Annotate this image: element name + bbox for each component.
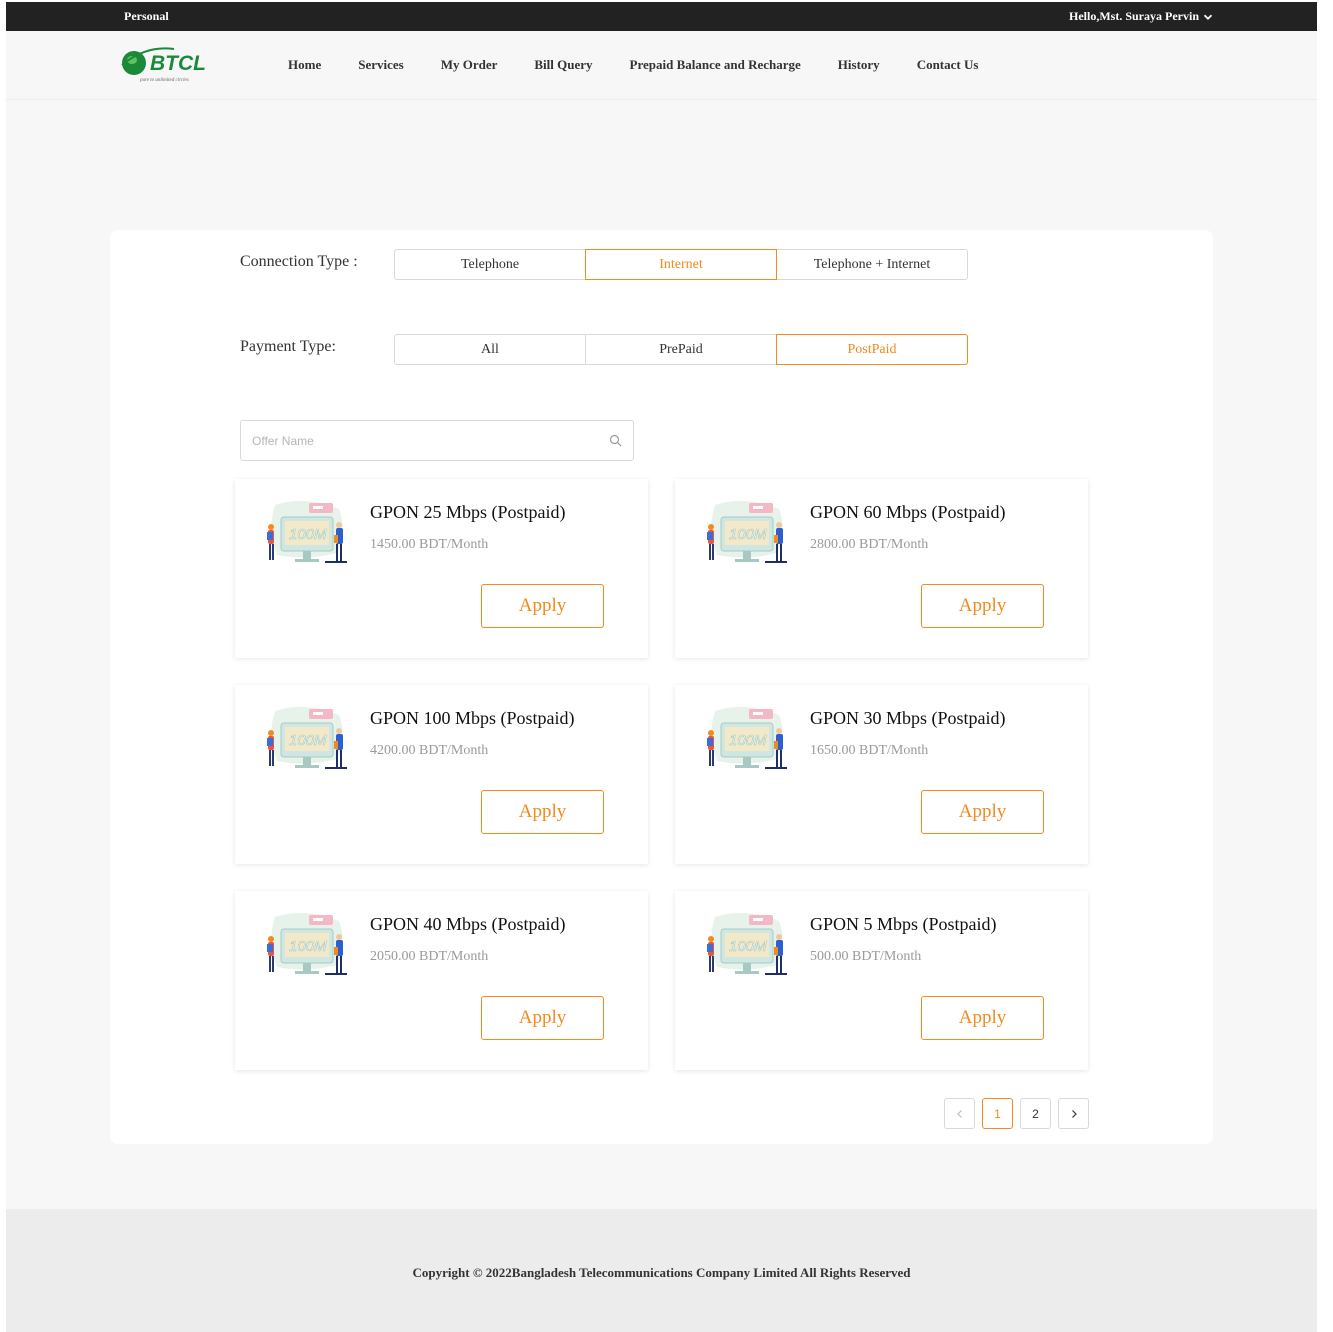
nav-bill-query[interactable]: Bill Query bbox=[534, 57, 592, 73]
apply-button[interactable]: Apply bbox=[481, 790, 604, 834]
internet-offer-illustration-icon bbox=[706, 706, 788, 770]
payment-type-selector: All PrePaid PostPaid bbox=[394, 334, 968, 365]
user-greeting: Hello,Mst. Suraya Pervin bbox=[1069, 9, 1199, 23]
internet-offer-illustration-icon bbox=[266, 912, 348, 976]
offer-card: GPON 100 Mbps (Postpaid) 4200.00 BDT/Mon… bbox=[235, 685, 648, 864]
offers-panel: Connection Type : Telephone Internet Tel… bbox=[110, 230, 1213, 1144]
apply-button[interactable]: Apply bbox=[921, 996, 1044, 1040]
payment-option-postpaid[interactable]: PostPaid bbox=[776, 334, 968, 365]
nav-prepaid-balance[interactable]: Prepaid Balance and Recharge bbox=[630, 57, 801, 73]
offer-card: GPON 30 Mbps (Postpaid) 1650.00 BDT/Mont… bbox=[675, 685, 1088, 864]
offer-name: GPON 30 Mbps (Postpaid) bbox=[810, 708, 1006, 728]
internet-offer-illustration-icon bbox=[706, 500, 788, 564]
offer-search bbox=[240, 420, 634, 461]
offer-card: GPON 60 Mbps (Postpaid) 2800.00 BDT/Mont… bbox=[675, 479, 1088, 658]
chevron-left-icon bbox=[956, 1109, 962, 1118]
offer-price: 1450.00 BDT/Month bbox=[370, 537, 489, 552]
nav-services[interactable]: Services bbox=[358, 57, 403, 73]
payment-option-prepaid[interactable]: PrePaid bbox=[585, 334, 777, 365]
page: Personal Hello,Mst. Suraya Pervin BTCL p… bbox=[6, 2, 1317, 1332]
page-button-1[interactable]: 1 bbox=[982, 1098, 1013, 1129]
internet-offer-illustration-icon bbox=[706, 912, 788, 976]
top-bar: Personal Hello,Mst. Suraya Pervin bbox=[6, 2, 1317, 31]
personal-link[interactable]: Personal bbox=[124, 9, 169, 24]
footer: Copyright © 2022Bangladesh Telecommunica… bbox=[6, 1209, 1317, 1332]
apply-button[interactable]: Apply bbox=[921, 790, 1044, 834]
offer-card: GPON 25 Mbps (Postpaid) 1450.00 BDT/Mont… bbox=[235, 479, 648, 658]
nav-my-order[interactable]: My Order bbox=[441, 57, 498, 73]
connection-option-internet[interactable]: Internet bbox=[585, 249, 777, 280]
apply-button[interactable]: Apply bbox=[481, 584, 604, 628]
offer-price: 500.00 BDT/Month bbox=[810, 949, 922, 964]
offer-search-input[interactable] bbox=[252, 430, 592, 452]
internet-offer-illustration-icon bbox=[266, 706, 348, 770]
nav-contact-us[interactable]: Contact Us bbox=[917, 57, 979, 73]
offer-name: GPON 5 Mbps (Postpaid) bbox=[810, 914, 997, 934]
user-menu[interactable]: Hello,Mst. Suraya Pervin bbox=[1069, 9, 1213, 24]
connection-type-label: Connection Type : bbox=[240, 253, 358, 270]
copyright-text: Copyright © 2022Bangladesh Telecommunica… bbox=[412, 1265, 911, 1280]
nav-menu: Home Services My Order Bill Query Prepai… bbox=[288, 57, 1015, 73]
connection-option-telephone[interactable]: Telephone bbox=[394, 249, 586, 280]
main-nav: BTCL pure to unlimited circles Home Serv… bbox=[6, 31, 1317, 100]
offer-card: GPON 5 Mbps (Postpaid) 500.00 BDT/Month … bbox=[675, 891, 1088, 1070]
offer-price: 1650.00 BDT/Month bbox=[810, 743, 929, 758]
apply-button[interactable]: Apply bbox=[921, 584, 1044, 628]
chevron-down-icon bbox=[1203, 14, 1213, 20]
offer-name: GPON 40 Mbps (Postpaid) bbox=[370, 914, 566, 934]
offer-price: 2050.00 BDT/Month bbox=[370, 949, 489, 964]
prev-page-button[interactable] bbox=[944, 1098, 975, 1129]
payment-type-label: Payment Type: bbox=[240, 338, 336, 355]
nav-history[interactable]: History bbox=[838, 57, 880, 73]
svg-text:pure to unlimited circles: pure to unlimited circles bbox=[139, 78, 189, 83]
chevron-right-icon bbox=[1071, 1109, 1077, 1118]
internet-offer-illustration-icon bbox=[266, 500, 348, 564]
offer-name: GPON 25 Mbps (Postpaid) bbox=[370, 502, 566, 522]
next-page-button[interactable] bbox=[1058, 1098, 1089, 1129]
payment-option-all[interactable]: All bbox=[394, 334, 586, 365]
nav-home[interactable]: Home bbox=[288, 57, 321, 73]
btcl-logo[interactable]: BTCL pure to unlimited circles bbox=[116, 43, 210, 85]
offer-price: 2800.00 BDT/Month bbox=[810, 537, 929, 552]
search-icon[interactable] bbox=[609, 434, 622, 447]
connection-type-selector: Telephone Internet Telephone + Internet bbox=[394, 249, 968, 280]
offer-card: GPON 40 Mbps (Postpaid) 2050.00 BDT/Mont… bbox=[235, 891, 648, 1070]
offer-name: GPON 100 Mbps (Postpaid) bbox=[370, 708, 575, 728]
apply-button[interactable]: Apply bbox=[481, 996, 604, 1040]
offer-price: 4200.00 BDT/Month bbox=[370, 743, 489, 758]
connection-option-telephone-internet[interactable]: Telephone + Internet bbox=[776, 249, 968, 280]
offer-name: GPON 60 Mbps (Postpaid) bbox=[810, 502, 1006, 522]
pagination: 1 2 bbox=[944, 1098, 1089, 1129]
page-button-2[interactable]: 2 bbox=[1020, 1098, 1051, 1129]
svg-text:BTCL: BTCL bbox=[150, 52, 206, 75]
